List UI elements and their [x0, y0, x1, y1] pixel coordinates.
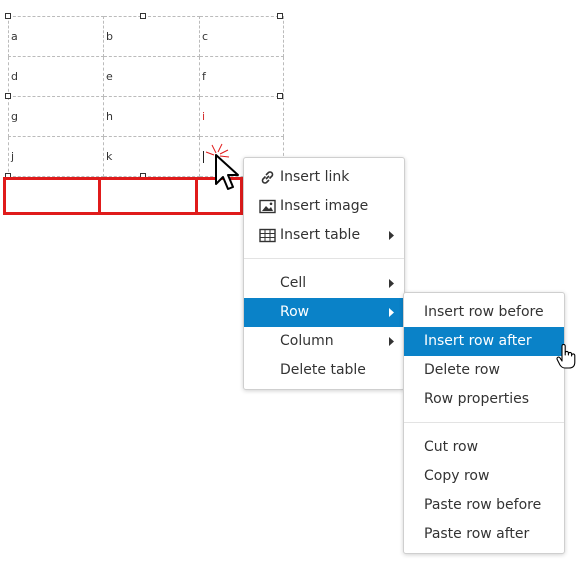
menu-item-cut-row[interactable]: Cut row — [404, 433, 564, 462]
table-cell[interactable]: d — [8, 56, 104, 97]
editor-table[interactable]: a b c d e f g h i j k — [8, 16, 284, 177]
table-cell[interactable]: i — [199, 96, 284, 137]
resize-handle[interactable] — [5, 93, 11, 99]
menu-item-column[interactable]: Column — [244, 327, 404, 356]
table-icon — [259, 228, 276, 243]
menu-item-insert-row-before[interactable]: Insert row before — [404, 298, 564, 327]
resize-handle[interactable] — [277, 13, 283, 19]
table-cell[interactable]: b — [103, 16, 200, 57]
row-submenu: Insert row before Insert row after Delet… — [403, 292, 565, 554]
table-cell[interactable]: a — [8, 16, 104, 57]
menu-divider — [404, 422, 564, 423]
menu-item-delete-table[interactable]: Delete table — [244, 356, 404, 385]
menu-item-insert-row-after[interactable]: Insert row after — [404, 327, 564, 356]
resize-handle[interactable] — [140, 13, 146, 19]
menu-item-copy-row[interactable]: Copy row — [404, 462, 564, 491]
menu-item-row[interactable]: Row — [244, 298, 404, 327]
image-icon — [259, 199, 276, 214]
resize-handle[interactable] — [277, 93, 283, 99]
table-cell[interactable]: g — [8, 96, 104, 137]
arrow-cursor-icon — [215, 154, 239, 190]
table-row: d e f — [8, 56, 284, 97]
table-row: a b c — [8, 16, 284, 57]
chevron-right-icon — [389, 337, 394, 346]
table-cell[interactable]: e — [103, 56, 200, 97]
menu-item-insert-image[interactable]: Insert image — [244, 192, 404, 221]
menu-item-insert-link[interactable]: Insert link — [244, 163, 404, 192]
link-icon — [261, 171, 274, 184]
menu-item-paste-row-before[interactable]: Paste row before — [404, 491, 564, 520]
new-row-cell — [3, 177, 101, 215]
table-cell[interactable]: j — [8, 136, 104, 177]
table-cell[interactable]: h — [103, 96, 200, 137]
context-menu: Insert link Insert image Insert table Ce… — [243, 157, 405, 390]
chevron-right-icon — [389, 231, 394, 240]
menu-item-paste-row-after[interactable]: Paste row after — [404, 520, 564, 549]
table-cell[interactable]: c — [199, 16, 284, 57]
resize-handle[interactable] — [5, 13, 11, 19]
new-row-cell — [98, 177, 198, 215]
menu-divider — [244, 258, 404, 259]
menu-item-row-properties[interactable]: Row properties — [404, 385, 564, 414]
chevron-right-icon — [389, 279, 394, 288]
menu-item-delete-row[interactable]: Delete row — [404, 356, 564, 385]
chevron-right-icon — [389, 308, 394, 317]
menu-item-insert-table[interactable]: Insert table — [244, 221, 404, 250]
table-cell[interactable]: k — [103, 136, 200, 177]
table-row: g h i — [8, 96, 284, 137]
table-cell[interactable]: f — [199, 56, 284, 97]
menu-item-cell[interactable]: Cell — [244, 269, 404, 298]
hand-cursor-icon — [556, 344, 576, 369]
